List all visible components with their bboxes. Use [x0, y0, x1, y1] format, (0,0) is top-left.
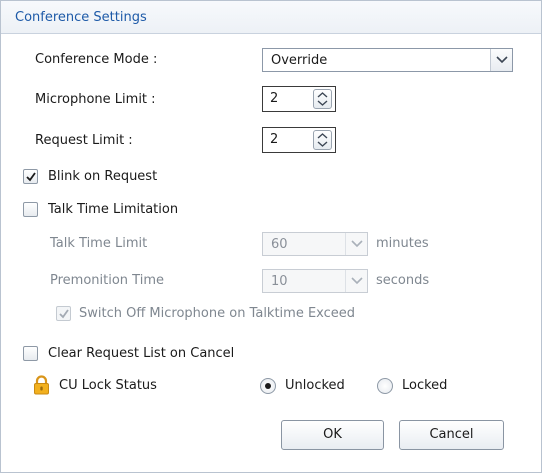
blink-on-request-label: Blink on Request [48, 169, 158, 184]
clear-request-list-checkbox[interactable] [23, 346, 38, 361]
conference-settings-dialog: Conference Settings Conference Mode : Ov… [0, 0, 542, 473]
premonition-time-dropdown-button[interactable] [345, 270, 367, 292]
premonition-time-label: Premonition Time [50, 273, 164, 288]
cu-lock-status-label: CU Lock Status [59, 378, 157, 393]
request-limit-label: Request Limit : [35, 133, 133, 148]
checkmark-icon [26, 172, 36, 182]
microphone-limit-spinner[interactable]: 2 [262, 86, 336, 112]
locked-radio[interactable] [377, 378, 393, 394]
unlocked-radio[interactable] [260, 378, 276, 394]
switch-off-mic-label: Switch Off Microphone on Talktime Exceed [79, 306, 356, 321]
unlocked-radio-label: Unlocked [285, 378, 345, 393]
checkmark-icon [59, 309, 69, 319]
talk-time-limit-select[interactable]: 60 [262, 232, 368, 256]
chevron-down-icon [496, 56, 508, 64]
microphone-limit-label: Microphone Limit : [35, 92, 156, 107]
microphone-limit-value: 2 [270, 91, 279, 106]
padlock-icon [34, 375, 49, 395]
spin-up-down-icon [317, 92, 328, 106]
spin-up-down-icon [317, 133, 328, 147]
microphone-limit-spin-buttons[interactable] [313, 89, 332, 109]
ok-button[interactable]: OK [281, 420, 384, 450]
conference-mode-value: Override [271, 53, 328, 68]
conference-mode-dropdown-button[interactable] [490, 49, 512, 71]
dialog-titlebar: Conference Settings [1, 1, 541, 34]
request-limit-spin-buttons[interactable] [313, 130, 332, 150]
cancel-button[interactable]: Cancel [399, 420, 504, 450]
dialog-title: Conference Settings [15, 10, 147, 25]
clear-request-list-label: Clear Request List on Cancel [48, 346, 235, 361]
talk-time-limit-value: 60 [271, 237, 288, 252]
talk-time-limit-label: Talk Time Limit [50, 236, 148, 251]
talk-time-limit-unit: minutes [376, 236, 429, 251]
radio-selected-dot [265, 383, 271, 389]
switch-off-mic-checkbox[interactable] [56, 306, 71, 321]
locked-radio-label: Locked [402, 378, 448, 393]
request-limit-spinner[interactable]: 2 [262, 127, 336, 153]
talk-time-limitation-label: Talk Time Limitation [48, 202, 179, 217]
premonition-time-value: 10 [271, 274, 288, 289]
premonition-time-select[interactable]: 10 [262, 269, 368, 293]
chevron-down-icon [351, 277, 363, 285]
chevron-down-icon [351, 240, 363, 248]
conference-mode-select[interactable]: Override [262, 48, 513, 72]
talk-time-limit-dropdown-button[interactable] [345, 233, 367, 255]
premonition-time-unit: seconds [376, 273, 430, 288]
blink-on-request-checkbox[interactable] [23, 169, 38, 184]
request-limit-value: 2 [270, 132, 279, 147]
talk-time-limitation-checkbox[interactable] [23, 202, 38, 217]
conference-mode-label: Conference Mode : [35, 52, 158, 67]
